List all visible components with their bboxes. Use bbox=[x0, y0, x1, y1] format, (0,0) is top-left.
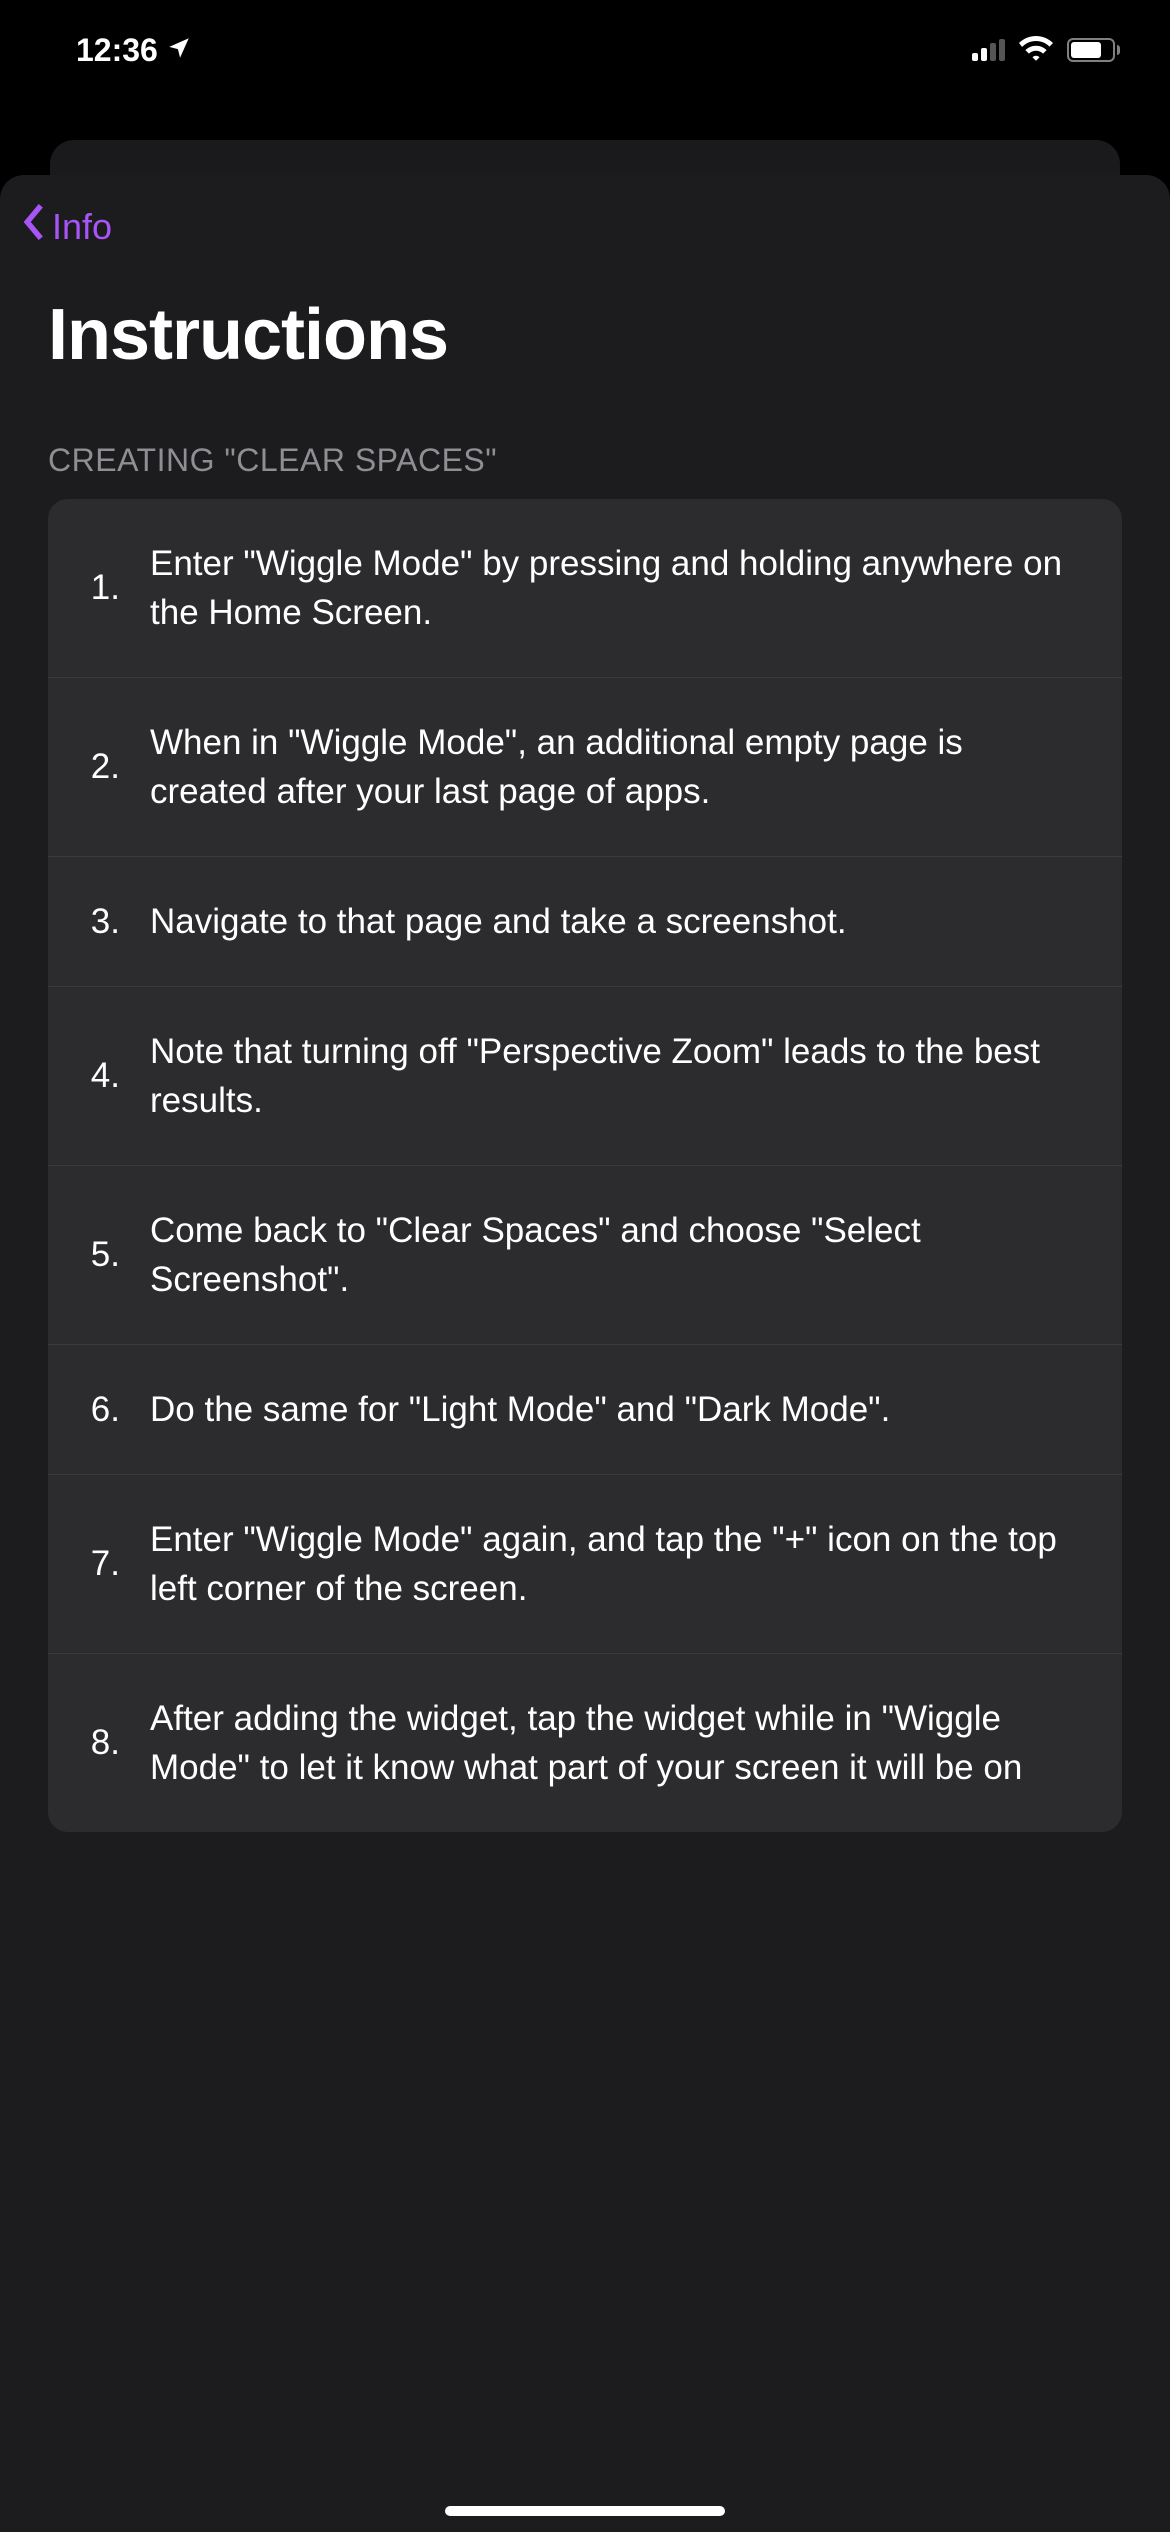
chevron-left-icon bbox=[22, 203, 46, 250]
section-header: CREATING "CLEAR SPACES" bbox=[0, 388, 1170, 499]
nav-bar: Info bbox=[0, 175, 1170, 264]
step-text: Come back to "Clear Spaces" and choose "… bbox=[150, 1206, 1088, 1304]
step-number: 6. bbox=[82, 1385, 120, 1434]
step-text: Do the same for "Light Mode" and "Dark M… bbox=[150, 1385, 1088, 1434]
wifi-icon bbox=[1019, 32, 1053, 69]
list-item: 1. Enter "Wiggle Mode" by pressing and h… bbox=[48, 499, 1122, 678]
page-title: Instructions bbox=[48, 294, 1122, 376]
battery-icon bbox=[1067, 38, 1120, 62]
list-item: 6. Do the same for "Light Mode" and "Dar… bbox=[48, 1345, 1122, 1475]
step-text: Note that turning off "Perspective Zoom"… bbox=[150, 1027, 1088, 1125]
list-item: 7. Enter "Wiggle Mode" again, and tap th… bbox=[48, 1475, 1122, 1654]
location-icon bbox=[166, 32, 192, 69]
status-time: 12:36 bbox=[76, 32, 158, 69]
back-label: Info bbox=[52, 206, 112, 248]
step-text: Enter "Wiggle Mode" by pressing and hold… bbox=[150, 539, 1088, 637]
step-number: 5. bbox=[82, 1206, 120, 1304]
step-number: 1. bbox=[82, 539, 120, 637]
step-text: When in "Wiggle Mode", an additional emp… bbox=[150, 718, 1088, 816]
list-item: 4. Note that turning off "Perspective Zo… bbox=[48, 987, 1122, 1166]
step-number: 7. bbox=[82, 1515, 120, 1613]
list-item: 8. After adding the widget, tap the widg… bbox=[48, 1654, 1122, 1832]
status-left: 12:36 bbox=[76, 32, 192, 69]
status-right bbox=[972, 32, 1120, 69]
status-bar: 12:36 bbox=[0, 0, 1170, 100]
list-item: 3. Navigate to that page and take a scre… bbox=[48, 857, 1122, 987]
cellular-icon bbox=[972, 39, 1005, 61]
back-button[interactable]: Info bbox=[22, 203, 112, 250]
list-item: 2. When in "Wiggle Mode", an additional … bbox=[48, 678, 1122, 857]
step-text: After adding the widget, tap the widget … bbox=[150, 1694, 1088, 1792]
step-text: Navigate to that page and take a screens… bbox=[150, 897, 1088, 946]
step-number: 2. bbox=[82, 718, 120, 816]
title-section: Instructions bbox=[0, 264, 1170, 388]
modal-sheet: Info Instructions CREATING "CLEAR SPACES… bbox=[0, 175, 1170, 2532]
home-indicator[interactable] bbox=[445, 2506, 725, 2516]
step-number: 3. bbox=[82, 897, 120, 946]
step-text: Enter "Wiggle Mode" again, and tap the "… bbox=[150, 1515, 1088, 1613]
instructions-list[interactable]: 1. Enter "Wiggle Mode" by pressing and h… bbox=[48, 499, 1122, 1832]
step-number: 4. bbox=[82, 1027, 120, 1125]
list-item: 5. Come back to "Clear Spaces" and choos… bbox=[48, 1166, 1122, 1345]
step-number: 8. bbox=[82, 1694, 120, 1792]
